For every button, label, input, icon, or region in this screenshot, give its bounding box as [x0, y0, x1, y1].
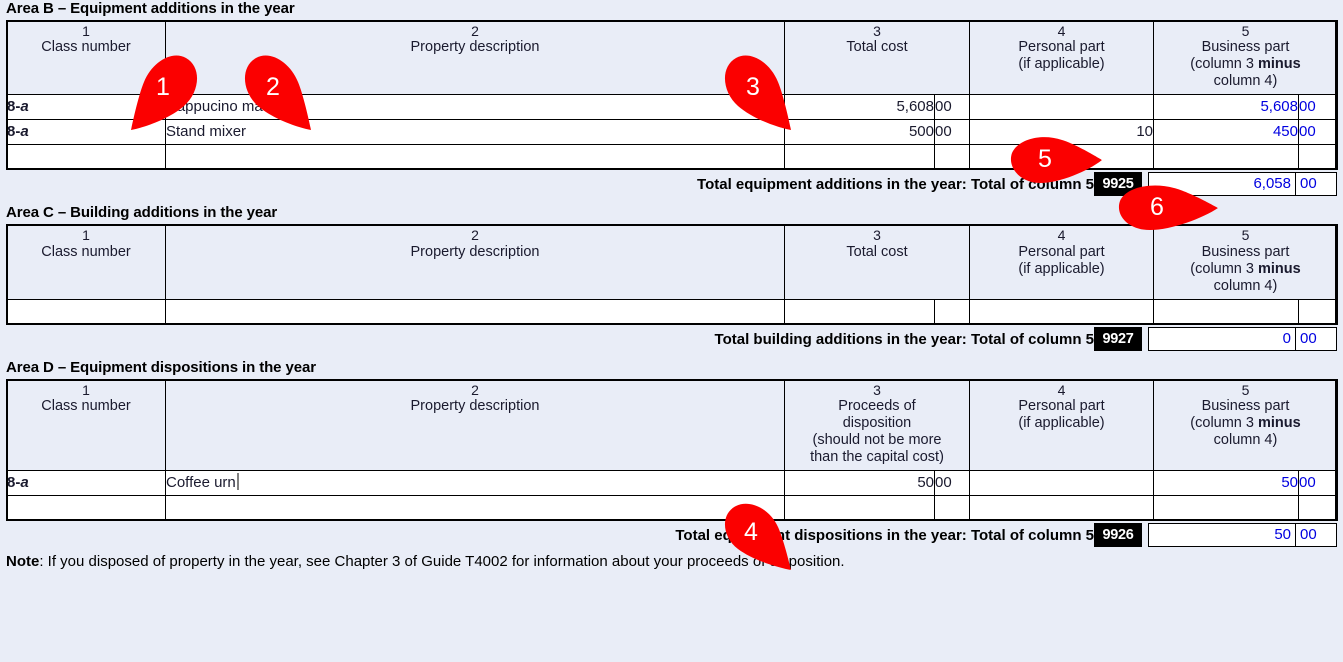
area-d-table: 1 Class number 2 Property description 3 … [6, 378, 1338, 522]
area-b-title: Area B – Equipment additions in the year [6, 0, 295, 17]
area-c-header-row: 1 Class number 2 Property description 3 … [6, 224, 1338, 300]
cell-description[interactable] [165, 298, 785, 325]
area-c-total-value: 0 00 [1148, 326, 1337, 351]
cell-business-part [1153, 298, 1299, 325]
area-b-total-row: Total equipment additions in the year: T… [6, 172, 1337, 198]
area-c-col3-header: 3 Total cost [784, 224, 970, 300]
cell-personal-part[interactable] [969, 495, 1154, 522]
cell-total-cost-cents[interactable] [934, 298, 970, 325]
cell-business-part [1153, 144, 1299, 171]
table-row[interactable]: 8-a Stand mixer 500 00 10 450 00 [6, 119, 1338, 146]
cell-personal-part[interactable] [969, 94, 1154, 121]
cell-description[interactable] [165, 144, 785, 171]
cell-business-part-cents [1298, 495, 1338, 522]
cell-personal-part[interactable] [969, 298, 1154, 325]
cell-business-part [1153, 495, 1299, 522]
area-b-col5-header: 5 Business part (column 3 minus column 4… [1153, 19, 1338, 96]
area-b-table: 1 Class number 2 Property description 3 … [6, 19, 1338, 171]
cell-business-part-cents: 00 [1298, 470, 1338, 497]
area-c-col4-header: 4 Personal part (if applicable) [969, 224, 1154, 300]
table-row[interactable] [6, 144, 1338, 171]
area-c-total-row: Total building additions in the year: To… [6, 326, 1337, 353]
cell-proceeds-cents[interactable]: 00 [934, 470, 970, 497]
cell-business-part: 50 [1153, 470, 1299, 497]
note-text: : If you disposed of property in the yea… [39, 553, 845, 571]
cell-total-cost-cents[interactable]: 00 [934, 94, 970, 121]
cell-business-part: 5,608 [1153, 94, 1299, 121]
disposition-note: Note: If you disposed of property in the… [6, 553, 1343, 570]
cell-total-cost-cents[interactable]: 00 [934, 119, 970, 146]
cell-description[interactable]: Cappucino machine [165, 94, 785, 121]
area-b-col1-header: 1 Class number [6, 19, 166, 96]
cell-business-part: 450 [1153, 119, 1299, 146]
area-d-total-value: 50 00 [1148, 523, 1337, 548]
cell-business-part-cents [1298, 298, 1338, 325]
table-row[interactable] [6, 298, 1338, 325]
area-d-col3-header: 3 Proceeds of disposition (should not be… [784, 378, 970, 472]
area-b-header-row: 1 Class number 2 Property description 3 … [6, 19, 1338, 96]
area-c-total-label: Total building additions in the year: To… [714, 330, 1094, 348]
area-c-title: Area C – Building additions in the year [6, 204, 278, 222]
area-b-total-value: 6,058 00 [1148, 172, 1337, 197]
area-d-total-cents: 00 [1295, 524, 1336, 547]
area-d-col5-header: 5 Business part (column 3 minus column 4… [1153, 378, 1338, 472]
cell-business-part-cents: 00 [1298, 94, 1338, 121]
cell-description[interactable] [165, 495, 785, 522]
cell-class-number[interactable] [6, 144, 166, 171]
cell-description[interactable]: Coffee urn [165, 470, 785, 497]
note-bold-prefix: Note [6, 553, 40, 571]
area-d-header-row: 1 Class number 2 Property description 3 … [6, 378, 1338, 472]
cell-personal-part[interactable] [969, 470, 1154, 497]
table-row[interactable] [6, 495, 1338, 522]
cell-proceeds[interactable]: 50 [784, 470, 935, 497]
cell-class-number[interactable] [6, 298, 166, 325]
area-d-col1-header: 1 Class number [6, 378, 166, 472]
area-d-total-dollars: 50 [1274, 526, 1291, 544]
cell-class-number[interactable] [6, 495, 166, 522]
cell-business-part-cents: 00 [1298, 119, 1338, 146]
area-c-code-box: 9927 [1094, 326, 1142, 351]
area-c-col5-header: 5 Business part (column 3 minus column 4… [1153, 224, 1338, 300]
cell-class-number[interactable]: 8-a [6, 470, 166, 497]
area-d-col4-header: 4 Personal part (if applicable) [969, 378, 1154, 472]
area-b-col2-header: 2 Property description [165, 19, 785, 96]
area-c-col2-header: 2 Property description [165, 224, 785, 300]
area-c-total-dollars: 0 [1282, 329, 1291, 347]
cell-personal-part[interactable]: 10 [969, 119, 1154, 146]
cell-total-cost[interactable]: 500 [784, 119, 935, 146]
area-d-code-box: 9926 [1094, 523, 1142, 548]
area-b-total-label: Total equipment additions in the year: T… [697, 176, 1094, 194]
cell-proceeds-cents[interactable] [934, 495, 970, 522]
area-c-table-wrapper: 1 Class number 2 Property description 3 … [0, 224, 1343, 326]
area-c-total-cents: 00 [1295, 327, 1336, 350]
area-b-code-box: 9925 [1094, 172, 1142, 197]
area-b-table-wrapper: 1 Class number 2 Property description 3 … [0, 19, 1343, 171]
cell-total-cost[interactable]: 5,608 [784, 94, 935, 121]
cell-total-cost-cents[interactable] [934, 144, 970, 171]
cell-total-cost[interactable] [784, 144, 935, 171]
area-b-total-dollars: 6,058 [1253, 175, 1291, 193]
text-cursor [236, 473, 239, 491]
description-text: Coffee urn [166, 474, 236, 492]
table-row[interactable]: 8-a Cappucino machine 5,608 00 5,608 00 [6, 94, 1338, 121]
table-row[interactable]: 8-a Coffee urn 50 00 50 00 [6, 470, 1338, 497]
area-d-total-label: Total equipment dispositions in the year… [675, 527, 1094, 545]
cell-class-number[interactable]: 8-a [6, 119, 166, 146]
area-c-col1-header: 1 Class number [6, 224, 166, 300]
area-c-table: 1 Class number 2 Property description 3 … [6, 224, 1338, 325]
area-d-col2-header: 2 Property description [165, 378, 785, 472]
area-b-col3-header: 3 Total cost [784, 19, 970, 96]
cell-class-number[interactable]: 8-a [6, 94, 166, 121]
cell-proceeds[interactable] [784, 495, 935, 522]
cell-description[interactable]: Stand mixer [165, 119, 785, 146]
area-d-table-wrapper: 1 Class number 2 Property description 3 … [0, 378, 1343, 522]
area-b-total-cents: 00 [1295, 173, 1336, 196]
cell-business-part-cents [1298, 144, 1338, 171]
area-d-total-row: Total equipment dispositions in the year… [6, 523, 1337, 549]
cell-total-cost[interactable] [784, 298, 935, 325]
area-d-title: Area D – Equipment dispositions in the y… [6, 358, 316, 376]
area-b-col4-header: 4 Personal part (if applicable) [969, 19, 1154, 96]
cell-personal-part[interactable] [969, 144, 1154, 171]
form-page: Area B – Equipment additions in the year… [0, 0, 1343, 662]
